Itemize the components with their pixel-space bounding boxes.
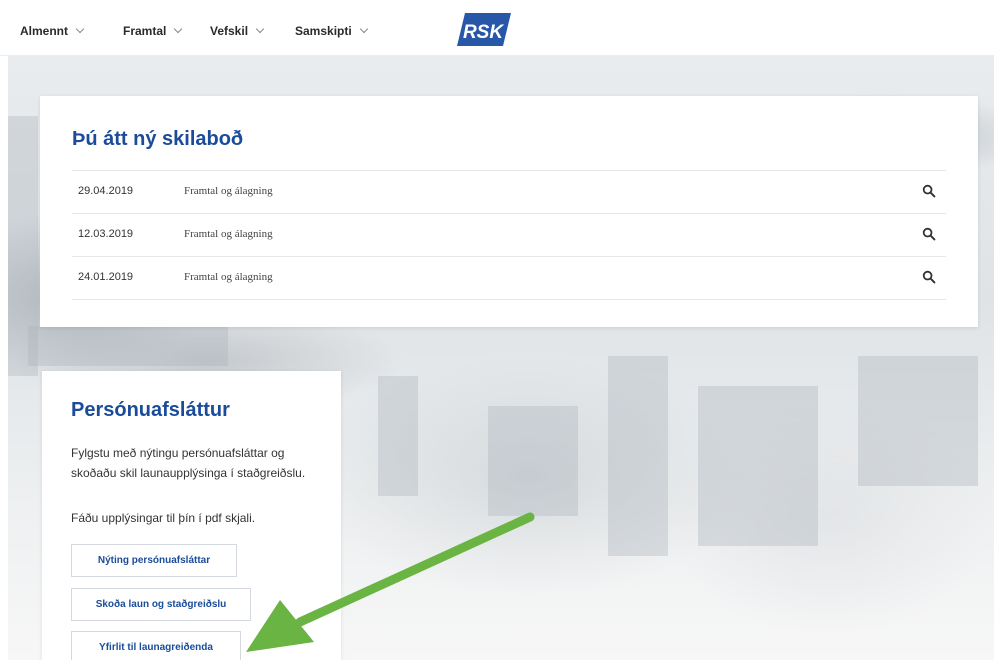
- logo-text: RSK: [463, 22, 504, 43]
- personuafslattur-pdf-note: Fáðu upplýsingar til þín í pdf skjali.: [71, 511, 256, 525]
- message-date: 24.01.2019: [78, 271, 134, 283]
- yfirlit-til-launagreidenda-button[interactable]: Yfirlit til launagreiðenda: [71, 631, 241, 660]
- personuafslattur-description: Fylgstu með nýtingu persónuafsláttar og …: [71, 446, 306, 480]
- message-row[interactable]: 24.01.2019 Framtal og álagning: [72, 257, 946, 300]
- nav-item-vefskil[interactable]: Vefskil: [210, 24, 265, 38]
- nav-item-label: Almennt: [20, 24, 68, 38]
- messages-card: Þú átt ný skilaboð 29.04.2019 Framtal og…: [40, 96, 978, 327]
- top-navigation: Almennt Framtal Vefskil Samskipti RSK: [0, 0, 994, 56]
- nav-item-almennt[interactable]: Almennt: [20, 24, 85, 38]
- search-icon[interactable]: [922, 184, 936, 198]
- skoda-laun-og-stadgreidslu-button[interactable]: Skoða laun og staðgreiðslu: [71, 588, 251, 621]
- message-date: 29.04.2019: [78, 185, 134, 197]
- nav-item-label: Vefskil: [210, 24, 249, 38]
- nav-item-label: Framtal: [123, 24, 167, 38]
- message-date: 12.03.2019: [78, 228, 134, 240]
- chevron-down-icon: [174, 24, 183, 34]
- messages-title: Þú átt ný skilaboð: [72, 128, 244, 150]
- search-icon[interactable]: [922, 270, 936, 284]
- nav-item-label: Samskipti: [295, 24, 352, 38]
- message-row[interactable]: 12.03.2019 Framtal og álagning: [72, 214, 946, 257]
- chevron-down-icon: [359, 24, 368, 34]
- search-icon[interactable]: [922, 227, 936, 241]
- message-subject: Framtal og álagning: [184, 185, 273, 197]
- chevron-down-icon: [255, 24, 265, 34]
- nav-item-samskipti[interactable]: Samskipti: [295, 24, 368, 38]
- personuafslattur-card: Persónuafsláttur Fylgstu með nýtingu per…: [42, 371, 341, 660]
- rsk-logo[interactable]: RSK: [457, 13, 511, 46]
- nyting-personuafslattar-button[interactable]: Nýting persónuafsláttar: [71, 544, 237, 577]
- personuafslattur-title: Persónuafsláttur: [71, 399, 230, 421]
- message-row[interactable]: 29.04.2019 Framtal og álagning: [72, 171, 946, 214]
- nav-item-framtal[interactable]: Framtal: [123, 24, 183, 38]
- message-subject: Framtal og álagning: [184, 271, 273, 283]
- chevron-down-icon: [75, 24, 85, 34]
- messages-list: 29.04.2019 Framtal og álagning 12.03.201…: [72, 170, 946, 300]
- message-subject: Framtal og álagning: [184, 228, 273, 240]
